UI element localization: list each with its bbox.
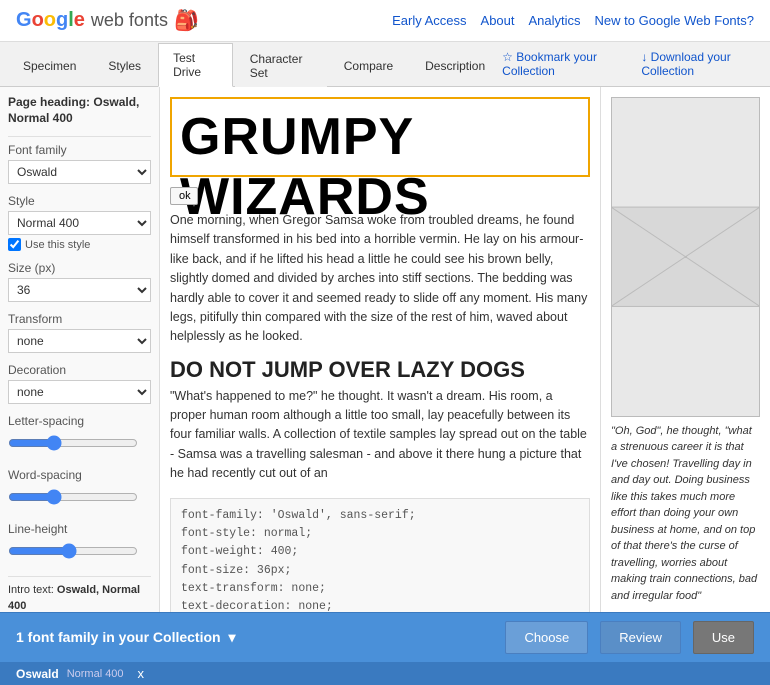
style-label: Style [8, 194, 151, 208]
line-height-section: Line-height [8, 522, 151, 566]
word-spacing-label: Word-spacing [8, 468, 151, 482]
transform-label: Transform [8, 312, 151, 326]
left-panel: Page heading: Oswald, Normal 400 Font fa… [0, 87, 160, 612]
decoration-select[interactable]: none [8, 380, 151, 404]
tab-bar: Specimen Styles Test Drive Character Set… [0, 42, 770, 87]
preview-paragraph2: "What's happened to me?" he thought. It … [170, 387, 590, 484]
collection-count-label: 1 font family in your Collection [16, 629, 221, 645]
word-spacing-slider[interactable] [8, 489, 138, 505]
bottom-bar: 1 font family in your Collection ▾ Choos… [0, 612, 770, 662]
page-heading-label: Page heading: [8, 95, 90, 109]
word-spacing-slider-container [8, 485, 151, 512]
font-family-select[interactable]: Oswald [8, 160, 151, 184]
css-code-text: font-family: 'Oswald', sans-serif; font-… [181, 507, 579, 613]
use-this-style-checkbox[interactable] [8, 238, 21, 251]
preview-heading: DO NOT JUMP OVER LAZY DOGS [170, 357, 590, 383]
font-family-label: Font family [8, 143, 151, 157]
style-select[interactable]: Normal 400 [8, 211, 151, 235]
thumbnail-placeholder-svg [611, 97, 760, 417]
main-layout: Page heading: Oswald, Normal 400 Font fa… [0, 87, 770, 612]
tab-character-set[interactable]: Character Set [235, 44, 327, 87]
size-label: Size (px) [8, 261, 151, 275]
about-link[interactable]: About [481, 13, 515, 28]
letter-spacing-label: Letter-spacing [8, 414, 151, 428]
logo-google: Google [16, 9, 85, 32]
size-section: Size (px) 36 [8, 261, 151, 302]
intro-text-section: Intro text: Oswald, Normal 400 ▲ [8, 583, 151, 612]
tab-compare[interactable]: Compare [329, 51, 408, 80]
briefcase-icon: 🎒 [174, 8, 199, 33]
font-tag-bar: Oswald Normal 400 x [0, 662, 770, 685]
logo-webfonts: web fonts [91, 10, 168, 31]
tab-styles[interactable]: Styles [93, 51, 156, 80]
review-button[interactable]: Review [600, 621, 681, 654]
use-button[interactable]: Use [693, 621, 754, 654]
decoration-label: Decoration [8, 363, 151, 377]
tab-test-drive[interactable]: Test Drive [158, 43, 233, 87]
collection-arrow-icon[interactable]: ▾ [228, 629, 235, 645]
intro-text-label: Intro text: [8, 584, 54, 596]
page-heading-section: Page heading: Oswald, Normal 400 [8, 95, 151, 126]
letter-spacing-slider[interactable] [8, 435, 138, 451]
divider-1 [8, 136, 151, 137]
right-quote-text: "Oh, God", he thought, "what a strenuous… [601, 423, 770, 613]
style-section: Style Normal 400 Use this style [8, 194, 151, 251]
line-height-slider[interactable] [8, 543, 138, 559]
tab-specimen[interactable]: Specimen [8, 51, 91, 80]
use-this-style-row: Use this style [8, 238, 151, 251]
collection-count-text: 1 font family in your Collection ▾ [16, 629, 493, 646]
tab-bar-right: ☆ Bookmark your Collection ↓ Download yo… [502, 44, 762, 84]
center-panel: GRUMPY WIZARDS ok One morning, when Greg… [160, 87, 600, 612]
analytics-link[interactable]: Analytics [529, 13, 581, 28]
font-tag-style: Normal 400 [67, 668, 124, 680]
logo-area: Google web fonts 🎒 [16, 8, 199, 33]
top-links: Early Access About Analytics New to Goog… [392, 13, 754, 28]
letter-spacing-slider-container [8, 431, 151, 458]
preview-paragraph: One morning, when Gregor Samsa woke from… [170, 211, 590, 347]
decoration-section: Decoration none [8, 363, 151, 404]
top-nav: Google web fonts 🎒 Early Access About An… [0, 0, 770, 42]
right-panel: "Oh, God", he thought, "what a strenuous… [600, 87, 770, 612]
font-thumbnail [611, 97, 760, 417]
early-access-link[interactable]: Early Access [392, 13, 466, 28]
download-collection-link[interactable]: ↓ Download your Collection [641, 50, 762, 78]
font-family-section: Font family Oswald [8, 143, 151, 184]
new-to-webfonts-link[interactable]: New to Google Web Fonts? [595, 13, 754, 28]
css-code-box: font-family: 'Oswald', sans-serif; font-… [170, 498, 590, 613]
test-drive-input[interactable]: GRUMPY WIZARDS [170, 97, 590, 177]
divider-2 [8, 576, 151, 577]
tab-description[interactable]: Description [410, 51, 500, 80]
use-this-style-label: Use this style [25, 239, 90, 251]
font-tag-name: Oswald [16, 667, 59, 681]
letter-spacing-section: Letter-spacing [8, 414, 151, 458]
font-tag-close-button[interactable]: x [138, 666, 145, 681]
line-height-label: Line-height [8, 522, 151, 536]
size-select[interactable]: 36 [8, 278, 151, 302]
intro-text-label-value: Intro text: Oswald, Normal 400 [8, 583, 151, 612]
transform-section: Transform none [8, 312, 151, 353]
ok-button[interactable]: ok [170, 187, 198, 205]
transform-select[interactable]: none [8, 329, 151, 353]
word-spacing-section: Word-spacing [8, 468, 151, 512]
line-height-slider-container [8, 539, 151, 566]
page-heading-label-value: Page heading: Oswald, Normal 400 [8, 95, 151, 126]
choose-button[interactable]: Choose [505, 621, 588, 654]
bookmark-collection-link[interactable]: ☆ Bookmark your Collection [502, 50, 627, 78]
